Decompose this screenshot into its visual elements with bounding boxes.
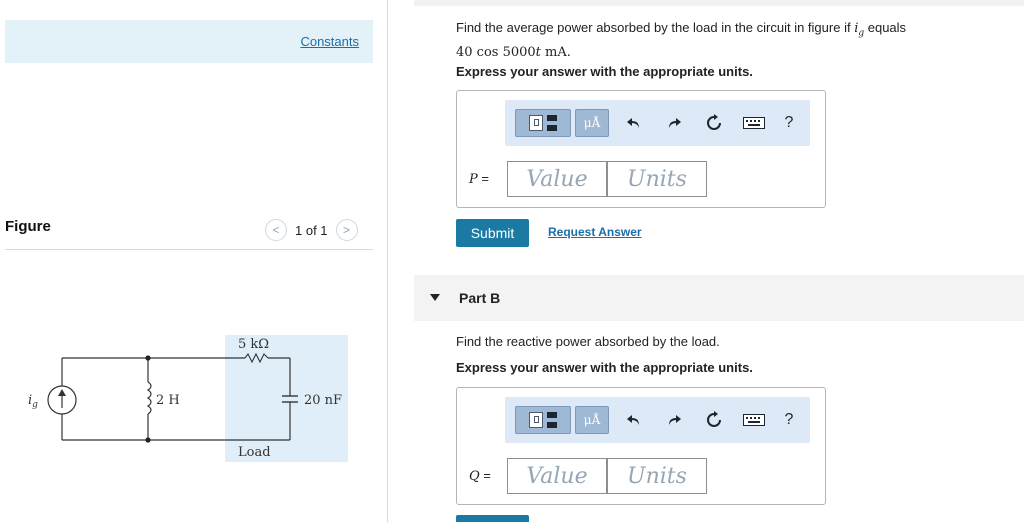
templates-button[interactable]	[515, 109, 571, 137]
value-input[interactable]: Value	[507, 458, 607, 494]
prev-figure-button[interactable]: <	[265, 219, 287, 241]
circuit-diagram: ig 2 H 5 kΩ 20 nF Load	[28, 335, 348, 462]
part-b-header[interactable]: Part B	[414, 275, 1024, 321]
keyboard-icon[interactable]	[739, 109, 769, 137]
capacitor-label: 20 nF	[304, 393, 342, 408]
divider	[5, 249, 373, 250]
source-label: ig	[28, 393, 38, 410]
top-strip	[414, 0, 1024, 6]
part-a-instruction: Express your answer with the appropriate…	[456, 64, 753, 79]
constants-link[interactable]: Constants	[300, 34, 359, 49]
variable-label: Q =	[469, 468, 491, 484]
redo-icon[interactable]	[659, 406, 689, 434]
part-a-answer-box: μÅ ? P = Value Units	[456, 90, 826, 208]
submit-button[interactable]: Submit	[456, 219, 529, 247]
value-input[interactable]: Value	[507, 161, 607, 197]
part-b-instruction: Express your answer with the appropriate…	[456, 360, 753, 375]
next-figure-button[interactable]: >	[335, 219, 358, 241]
part-b-label[interactable]: Part B	[459, 290, 500, 306]
templates-button[interactable]	[515, 406, 571, 434]
request-answer-link[interactable]: Request Answer	[548, 225, 642, 239]
units-symbols-button[interactable]: μÅ	[575, 406, 609, 434]
submit-button-partial[interactable]	[456, 515, 529, 522]
units-symbols-button[interactable]: μÅ	[575, 109, 609, 137]
part-a-question: Find the average power absorbed by the l…	[456, 20, 907, 60]
reset-icon[interactable]	[699, 406, 729, 434]
question-pane: Find the average power absorbed by the l…	[414, 0, 1024, 522]
undo-icon[interactable]	[619, 109, 649, 137]
junction-dot	[145, 437, 151, 443]
figure-pager: < 1 of 1 >	[265, 218, 358, 242]
units-input[interactable]: Units	[607, 161, 707, 197]
collapse-triangle-icon[interactable]	[430, 294, 440, 301]
reset-icon[interactable]	[699, 109, 729, 137]
redo-icon[interactable]	[659, 109, 689, 137]
figure-title: Figure	[5, 218, 51, 235]
inductor-symbol	[146, 381, 152, 415]
constants-bar: Constants	[5, 20, 373, 63]
part-b-question: Find the reactive power absorbed by the …	[456, 334, 720, 349]
help-icon[interactable]: ?	[779, 114, 799, 132]
load-label: Load	[238, 445, 271, 460]
units-input[interactable]: Units	[607, 458, 707, 494]
variable-label: P =	[469, 171, 489, 187]
resistor-label: 5 kΩ	[238, 337, 269, 352]
inductor-label: 2 H	[156, 393, 180, 408]
undo-icon[interactable]	[619, 406, 649, 434]
junction-dot	[145, 355, 151, 361]
help-icon[interactable]: ?	[779, 411, 799, 429]
figure-pane: Constants Figure < 1 of 1 > ig 2 H 5 kΩ …	[0, 0, 388, 522]
math-toolbar: μÅ ?	[505, 100, 810, 146]
math-toolbar: μÅ ?	[505, 397, 810, 443]
part-b-answer-box: μÅ ? Q = Value Units	[456, 387, 826, 505]
figure-page-indicator: 1 of 1	[295, 222, 328, 238]
keyboard-icon[interactable]	[739, 406, 769, 434]
